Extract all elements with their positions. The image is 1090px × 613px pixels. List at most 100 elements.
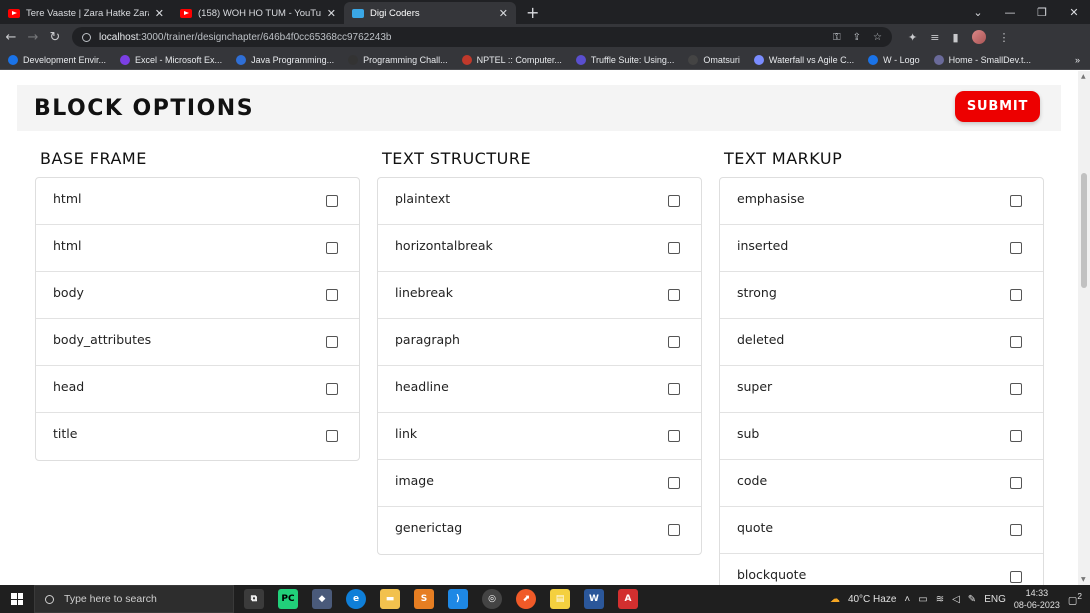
battery-icon[interactable]: ▭ [918,594,927,605]
option-row[interactable]: body_attributes [36,319,359,366]
option-checkbox[interactable] [1010,242,1022,254]
option-row[interactable]: code [720,460,1043,507]
bookmark-item[interactable]: Truffle Suite: Using... [575,54,674,65]
chrome-icon[interactable]: ◎ [482,589,502,609]
option-checkbox[interactable] [668,524,680,536]
reload-icon[interactable]: ↻ [44,30,66,45]
option-row[interactable]: link [378,413,701,460]
weather-text[interactable]: 40°C Haze [848,594,896,605]
tab-search-icon[interactable]: ⌄ [962,6,994,19]
scrollbar-thumb[interactable] [1081,173,1087,288]
tray-chevron-icon[interactable]: ˄ [904,594,910,605]
restore-icon[interactable]: ❐ [1026,6,1058,19]
option-checkbox[interactable] [1010,524,1022,536]
bookmark-item[interactable]: Java Programming... [236,54,334,65]
close-window-icon[interactable]: ✕ [1058,6,1090,19]
side-panel-icon[interactable]: ▮ [952,31,958,44]
minimize-icon[interactable]: — [994,6,1026,19]
taskbar-search-input[interactable]: Type here to search [34,585,234,613]
close-tab-icon[interactable]: ✕ [327,7,336,20]
bookmark-item[interactable]: Excel - Microsoft Ex... [120,54,222,65]
option-row[interactable]: quote [720,507,1043,554]
word-icon[interactable]: W [584,589,604,609]
option-row[interactable]: horizontalbreak [378,225,701,272]
acrobat-icon[interactable]: A [618,589,638,609]
key-icon[interactable]: ⚿ [833,32,841,43]
bookmark-item[interactable]: Programming Chall... [348,54,448,65]
clock[interactable]: 14:33 08-06-2023 [1014,587,1060,611]
notification-icon[interactable]: ▢2 [1068,591,1082,606]
option-checkbox[interactable] [1010,430,1022,442]
security-icon[interactable]: ◆ [312,589,332,609]
pen-icon[interactable]: ✎ [968,594,976,605]
option-row[interactable]: generictag [378,507,701,554]
bookmark-item[interactable]: W - Logo [868,54,920,65]
new-tab-button[interactable]: + [526,2,539,24]
bookmark-item[interactable]: NPTEL :: Computer... [461,54,562,65]
page-scrollbar[interactable]: ▲ ▼ [1078,71,1090,585]
option-row[interactable]: image [378,460,701,507]
option-row[interactable]: sub [720,413,1043,460]
back-icon[interactable]: ← [0,30,22,45]
option-row[interactable]: plaintext [378,178,701,225]
option-checkbox[interactable] [668,289,680,301]
share-icon[interactable]: ⇪ [853,32,861,43]
menu-icon[interactable]: ⋮ [999,31,1010,44]
media-icon[interactable]: ≡ [930,31,939,44]
star-icon[interactable]: ☆ [873,32,882,43]
bookmark-item[interactable]: Development Envir... [8,54,106,65]
option-row[interactable]: body [36,272,359,319]
option-row[interactable]: blockquote [720,554,1043,585]
language-indicator[interactable]: ENG [984,594,1006,605]
option-checkbox[interactable] [1010,383,1022,395]
option-row[interactable]: html [36,178,359,225]
bookmark-item[interactable]: Home - SmallDev.t... [933,54,1031,65]
option-row[interactable]: html [36,225,359,272]
option-checkbox[interactable] [668,195,680,207]
option-checkbox[interactable] [1010,336,1022,348]
option-row[interactable]: title [36,413,359,460]
option-checkbox[interactable] [1010,289,1022,301]
option-row[interactable]: strong [720,272,1043,319]
profile-avatar[interactable] [971,30,986,44]
bookmarks-overflow-icon[interactable]: » [1075,55,1090,65]
scroll-down-icon[interactable]: ▼ [1081,576,1086,583]
close-tab-icon[interactable]: ✕ [499,7,508,20]
option-checkbox[interactable] [326,195,338,207]
option-row[interactable]: emphasise [720,178,1043,225]
option-row[interactable]: deleted [720,319,1043,366]
option-row[interactable]: linebreak [378,272,701,319]
edge-icon[interactable]: e [346,589,366,609]
forward-icon[interactable]: → [22,30,44,45]
option-checkbox[interactable] [1010,477,1022,489]
wifi-icon[interactable]: ≋ [936,594,944,605]
option-checkbox[interactable] [668,242,680,254]
option-checkbox[interactable] [668,336,680,348]
option-checkbox[interactable] [326,430,338,442]
pycharm-icon[interactable]: PC [278,589,298,609]
volume-icon[interactable]: ◁ [952,594,960,605]
option-row[interactable]: head [36,366,359,413]
close-tab-icon[interactable]: ✕ [155,7,164,20]
option-checkbox[interactable] [668,477,680,489]
option-checkbox[interactable] [326,242,338,254]
file-explorer-icon[interactable]: ▬ [380,589,400,609]
sublime-icon[interactable]: S [414,589,434,609]
browser-tab-1[interactable]: Tere Vaaste | Zara Hatke Zara Ba… ✕ [0,2,172,24]
option-checkbox[interactable] [668,430,680,442]
option-row[interactable]: paragraph [378,319,701,366]
option-checkbox[interactable] [326,289,338,301]
url-input[interactable]: localhost :3000/trainer/designchapter/64… [72,27,892,47]
scroll-up-icon[interactable]: ▲ [1081,73,1086,80]
option-checkbox[interactable] [326,383,338,395]
start-button[interactable] [0,585,34,613]
extensions-icon[interactable]: ✦ [908,31,917,44]
bookmark-item[interactable]: Waterfall vs Agile C... [753,54,854,65]
bookmark-item[interactable]: Omatsuri [688,54,740,65]
browser-tab-2[interactable]: (158) WOH HO TUM - YouTube ✕ [172,2,344,24]
sticky-notes-icon[interactable]: ▤ [550,589,570,609]
option-checkbox[interactable] [1010,195,1022,207]
task-view-icon[interactable]: ⧉ [244,589,264,609]
site-info-icon[interactable] [82,32,91,42]
postman-icon[interactable]: ⬈ [516,589,536,609]
